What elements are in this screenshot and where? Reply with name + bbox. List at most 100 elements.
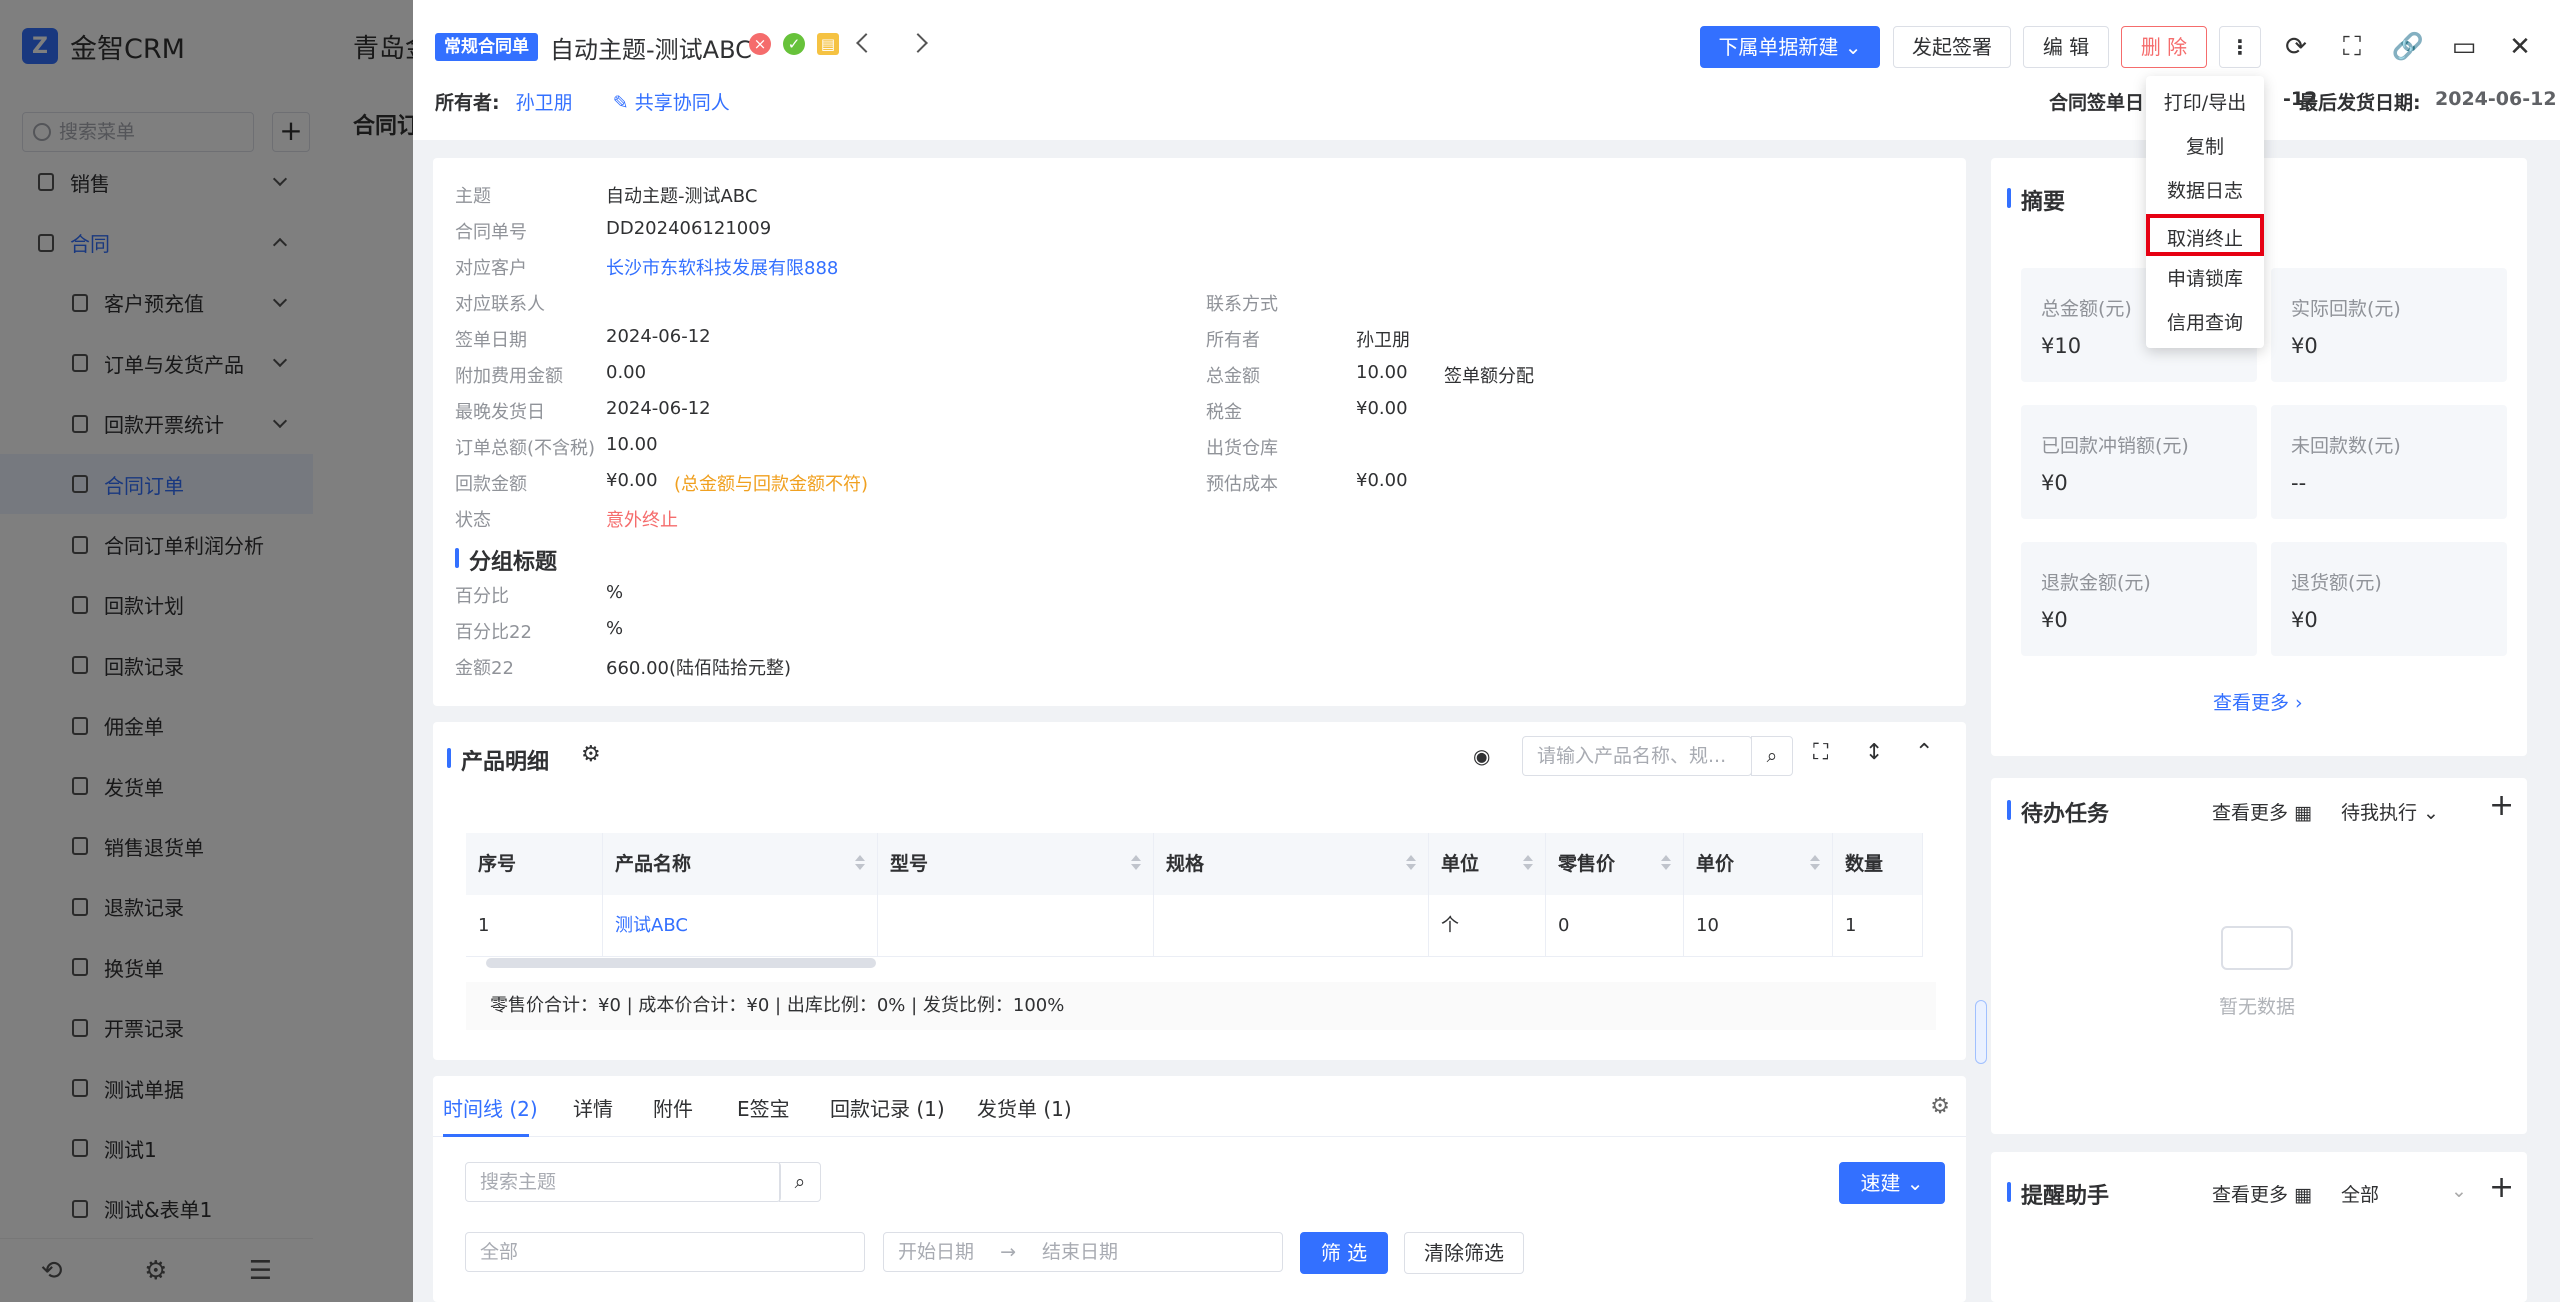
add-reminder-icon[interactable]: + [2489,1170,2514,1205]
menu-item[interactable]: 数据日志 [2146,170,2264,212]
fullscreen-icon[interactable]: ⛶ [2335,30,2369,64]
todo-filter-select[interactable]: 待我执行 ⌄ [2341,798,2439,825]
reminder-chevron-icon[interactable]: ⌄ [2451,1180,2467,1202]
detail-tab[interactable]: 发货单 (1) [977,1093,1072,1122]
quick-create-label: 速建 [1860,1171,1901,1195]
table-header[interactable]: 产品名称 [603,833,878,895]
sub-new-button[interactable]: 下属单据新建 ⌄ [1700,26,1880,68]
menu-item[interactable]: 信用查询 [2146,302,2264,344]
resize-icon[interactable]: ↕ [1865,740,1883,765]
table-header[interactable]: 单价 [1684,833,1833,895]
sign-button[interactable]: 发起签署 [1893,26,2011,68]
currency-icon[interactable]: ◉ [1473,744,1490,768]
share-link[interactable]: ✎ 共享协同人 [613,92,730,114]
detail-tab[interactable]: 时间线 (2) [443,1093,538,1122]
filter-button[interactable]: 筛 选 [1300,1232,1388,1274]
clear-filter-button[interactable]: 清除筛选 [1404,1232,1524,1274]
note-icon[interactable]: ▤ [817,33,839,55]
table-header[interactable]: 零售价 [1546,833,1684,895]
field-label: 对应客户 [455,258,527,279]
delete-button[interactable]: 删 除 [2121,26,2207,68]
table-cell[interactable]: 测试ABC [603,895,878,957]
todo-empty-text: 暂无数据 [2219,996,2296,1018]
sort-icon[interactable] [1661,855,1671,870]
total-extra-link[interactable]: 签单额分配 [1444,362,1534,388]
detail-tab[interactable]: 详情 [573,1093,613,1122]
summary-more-link[interactable]: 查看更多 › [2213,688,2303,715]
close-status-icon[interactable]: × [749,33,771,55]
field-value: ¥0.00 [606,470,658,491]
quick-create-button[interactable]: 速建 ⌄ [1839,1162,1945,1204]
table-header[interactable]: 单位 [1429,833,1546,895]
type-select[interactable]: 全部 [465,1232,865,1272]
field-value: 孙卫朋 [1356,330,1410,351]
product-search-input[interactable]: 请输入产品名称、规... [1522,736,1752,776]
close-icon[interactable]: ✕ [2503,30,2537,64]
timeline-search-icon[interactable]: ⌕ [779,1162,821,1202]
tab-settings-icon[interactable]: ⚙ [1930,1094,1950,1119]
reminder-filter-select[interactable]: 全部 [2341,1180,2379,1207]
summary-stat: 退款金额(元) ¥0 [2021,542,2257,656]
field-label: 出货仓库 [1206,438,1278,459]
field-label: 主题 [455,186,491,207]
layout-icon[interactable]: ▭ [2447,30,2481,64]
field-value: 意外终止 [606,510,678,531]
sort-icon[interactable] [1810,855,1820,870]
field-label: 签单日期 [455,330,527,351]
summary-title: 摘要 [2007,184,2065,216]
menu-item[interactable]: 申请锁库 [2146,258,2264,300]
menu-item[interactable]: 打印/导出 [2146,82,2264,124]
field-label: 税金 [1206,402,1242,423]
detail-tab[interactable]: 附件 [653,1093,693,1122]
todo-card: 待办任务 查看更多 ▦ 待我执行 ⌄ + 暂无数据 [1991,778,2527,1134]
date-range-picker[interactable]: 开始日期 → 结束日期 [883,1232,1283,1272]
next-record-icon[interactable] [908,33,928,53]
check-status-icon[interactable]: ✓ [783,33,805,55]
info-card: 主题 自动主题-测试ABC 合同单号 DD202406121009 对应客户 长沙市东软科… [433,158,1966,706]
todo-title: 待办任务 [2007,796,2109,828]
field-label: 合同单号 [455,222,527,243]
field-value: DD202406121009 [606,218,772,239]
sort-icon[interactable] [855,855,865,870]
table-header: 数量 [1833,833,1923,895]
table-header[interactable]: 型号 [878,833,1154,895]
todo-more-link[interactable]: 查看更多 ▦ [2212,798,2312,825]
prev-record-icon[interactable] [856,33,876,53]
owner-link[interactable]: 孙卫朋 [516,92,573,114]
field-label: 预估成本 [1206,474,1278,495]
expand-icon[interactable]: ⛶ [1813,740,1828,765]
menu-item[interactable]: 取消终止 [2146,214,2264,256]
product-section-title: 产品明细 [447,744,549,776]
settings-icon[interactable]: ⚙ [581,742,601,767]
sort-icon[interactable] [1523,855,1533,870]
stat-value: ¥0 [2291,608,2318,632]
range-arrow-icon: → [1000,1241,1016,1263]
more-button[interactable]: ⋮ [2219,26,2261,68]
field-label: 所有者 [1206,330,1260,351]
sort-icon[interactable] [1406,855,1416,870]
refresh-icon[interactable]: ⟳ [2279,30,2313,64]
menu-item[interactable]: 复制 [2146,126,2264,168]
stat-label: 总金额(元) [2041,298,2132,320]
table-scrollbar[interactable] [486,958,876,968]
stat-label: 退货额(元) [2291,572,2382,594]
table-header[interactable]: 规格 [1154,833,1429,895]
sort-icon[interactable] [1131,855,1141,870]
reminder-more-link[interactable]: 查看更多 ▦ [2212,1180,2312,1207]
collapse-up-icon[interactable]: ⌃ [1915,740,1933,765]
panel-toggle-handle[interactable] [1975,1000,1987,1064]
search-icon[interactable]: ⌕ [1751,736,1793,776]
timeline-search-input[interactable]: 搜索主题 [465,1162,781,1202]
link-icon[interactable]: 🔗 [2391,30,2425,64]
edit-button[interactable]: 编 辑 [2023,26,2109,68]
detail-tab[interactable]: E签宝 [737,1093,790,1122]
share-label: 共享协同人 [634,92,730,114]
ship-date-value: 2024-06-12 [2435,88,2557,110]
start-date: 开始日期 [898,1241,975,1263]
field-value: 自动主题-测试ABC [606,186,758,207]
detail-tab[interactable]: 回款记录 (1) [830,1093,945,1122]
field-label: 状态 [455,510,491,531]
add-todo-icon[interactable]: + [2489,788,2514,823]
field-value: % [606,618,624,639]
field-value[interactable]: 长沙市东软科技发展有限888 [606,254,838,280]
